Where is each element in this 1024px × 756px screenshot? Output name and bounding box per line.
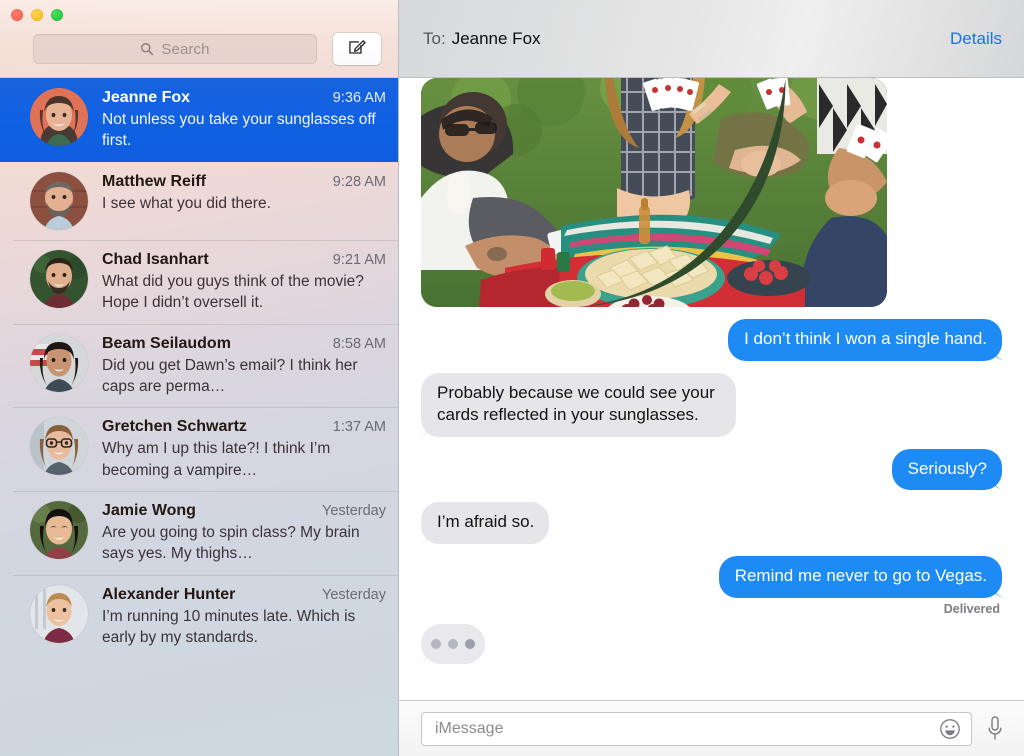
- conversation-body: Beam Seilaudom 8:58 AM Did you get Dawn’…: [102, 334, 386, 398]
- conversation-row-jeanne-fox[interactable]: Jeanne Fox 9:36 AM Not unless you take y…: [0, 78, 399, 162]
- conversation-preview: Why am I up this late?! I think I’m beco…: [102, 440, 331, 479]
- conversation-preview: Are you going to spin class? My brain sa…: [102, 524, 360, 563]
- message-thread: I don’t think I won a single hand. Proba…: [399, 78, 1024, 700]
- conversation-time: Yesterday: [322, 503, 386, 519]
- conversation-body: Chad Isanhart 9:21 AM What did you guys …: [102, 250, 386, 314]
- conversation-preview: Did you get Dawn’s email? I think her ca…: [102, 356, 358, 395]
- conversation-preview: What did you guys think of the movie? Ho…: [102, 272, 364, 312]
- typing-dot: [448, 638, 458, 649]
- conversation-row-beam-seilaudom[interactable]: Beam Seilaudom 8:58 AM Did you get Dawn’…: [0, 323, 399, 408]
- window-controls: [11, 9, 63, 21]
- smiley-icon[interactable]: [939, 718, 961, 740]
- conversation-preview: I’m running 10 minutes late. Which is ea…: [102, 607, 356, 647]
- delivery-status: Delivered: [943, 601, 1000, 616]
- compose-bar: iMessage: [399, 700, 1024, 756]
- avatar: [30, 417, 88, 476]
- details-button[interactable]: Details: [950, 29, 1002, 49]
- conversation-time: 9:36 AM: [332, 90, 386, 106]
- conversation-name: Beam Seilaudom: [102, 334, 231, 352]
- search-icon: [140, 42, 154, 56]
- avatar: [30, 333, 88, 392]
- avatar: [30, 501, 88, 559]
- messages-window: Search Jeanne Fox 9:36 AM Not unless you…: [0, 0, 1024, 756]
- search-placeholder: Search: [161, 40, 210, 58]
- conversation-row-chad-isanhart[interactable]: Chad Isanhart 9:21 AM What did you guys …: [0, 239, 399, 324]
- compose-new-message-button[interactable]: [333, 33, 381, 65]
- conversation-body: Alexander Hunter Yesterday I’m running 1…: [102, 585, 386, 649]
- conversation-pane: To: Jeanne Fox Details I don’t think I w…: [399, 0, 1024, 756]
- minimize-window-button[interactable]: [31, 9, 43, 21]
- conversations-sidebar: Search Jeanne Fox 9:36 AM Not unless you…: [0, 0, 399, 756]
- conversation-header: To: Jeanne Fox Details: [399, 0, 1024, 78]
- conversation-time: 8:58 AM: [332, 335, 386, 352]
- conversation-name: Gretchen Schwartz: [102, 418, 247, 436]
- conversation-row-jamie-wong[interactable]: Jamie Wong Yesterday Are you going to sp…: [0, 491, 399, 575]
- microphone-icon[interactable]: [984, 714, 1006, 744]
- message-bubble-outgoing[interactable]: I don’t think I won a single hand.: [728, 319, 1002, 361]
- message-row: I’m afraid so.: [421, 502, 1002, 545]
- message-bubble-outgoing[interactable]: Remind me never to go to Vegas.: [718, 556, 1002, 598]
- imessage-placeholder: iMessage: [435, 719, 504, 737]
- close-window-button[interactable]: [11, 9, 23, 21]
- conversation-name: Jamie Wong: [102, 502, 196, 519]
- conversation-preview: I see what you did there.: [102, 194, 271, 212]
- typing-dot: [431, 638, 441, 649]
- message-bubble-outgoing[interactable]: Seriously?: [891, 448, 1002, 491]
- conversation-name: Matthew Reiff: [102, 172, 206, 190]
- conversation-time: 1:37 AM: [332, 419, 386, 436]
- conversation-preview: Not unless you take your sunglasses off …: [102, 111, 376, 150]
- conversation-name: Jeanne Fox: [102, 89, 191, 106]
- message-row-photo: [421, 78, 1002, 307]
- conversation-body: Matthew Reiff 9:28 AM I see what you did…: [102, 172, 386, 230]
- conversation-time: 9:28 AM: [332, 173, 386, 190]
- conversation-body: Jeanne Fox 9:36 AM Not unless you take y…: [102, 88, 386, 152]
- conversation-row-alexander-hunter[interactable]: Alexander Hunter Yesterday I’m running 1…: [0, 574, 399, 659]
- avatar: [30, 171, 88, 230]
- conversation-name: Alexander Hunter: [102, 585, 236, 603]
- message-bubble-incoming[interactable]: Probably because we could see your cards…: [421, 372, 736, 437]
- conversation-name: Chad Isanhart: [102, 250, 209, 268]
- typing-dot: [465, 638, 475, 649]
- conversation-body: Jamie Wong Yesterday Are you going to sp…: [102, 501, 386, 565]
- to-label: To:: [423, 28, 446, 48]
- conversation-list: Jeanne Fox 9:36 AM Not unless you take y…: [0, 78, 399, 659]
- imessage-input[interactable]: iMessage: [421, 711, 972, 746]
- search-input[interactable]: Search: [33, 34, 317, 64]
- message-row: Probably because we could see your cards…: [421, 372, 1002, 437]
- sidebar-toolbar: Search: [0, 0, 399, 78]
- typing-indicator: [421, 623, 485, 664]
- compose-icon: [347, 37, 367, 62]
- recipient-name: Jeanne Fox: [451, 28, 541, 48]
- photo-attachment[interactable]: [421, 78, 887, 307]
- message-bubble-incoming[interactable]: I’m afraid so.: [421, 502, 550, 545]
- bubble-tail: [577, 79, 786, 307]
- conversation-row-gretchen-schwartz[interactable]: Gretchen Schwartz 1:37 AM Why am I up th…: [0, 407, 399, 491]
- message-row: I don’t think I won a single hand.: [421, 319, 1002, 361]
- conversation-time: Yesterday: [322, 586, 386, 603]
- avatar: [30, 584, 88, 643]
- conversation-row-matthew-reiff[interactable]: Matthew Reiff 9:28 AM I see what you did…: [0, 162, 399, 240]
- conversation-body: Gretchen Schwartz 1:37 AM Why am I up th…: [102, 417, 386, 481]
- message-row-typing: [421, 623, 1002, 664]
- avatar: [30, 249, 88, 308]
- conversation-time: 9:21 AM: [332, 251, 386, 268]
- recipient-field[interactable]: To: Jeanne Fox: [423, 29, 541, 49]
- message-row: Seriously?: [421, 448, 1002, 491]
- avatar: [30, 88, 88, 146]
- maximize-window-button[interactable]: [51, 9, 63, 21]
- message-row: Remind me never to go to Vegas.: [421, 556, 1002, 598]
